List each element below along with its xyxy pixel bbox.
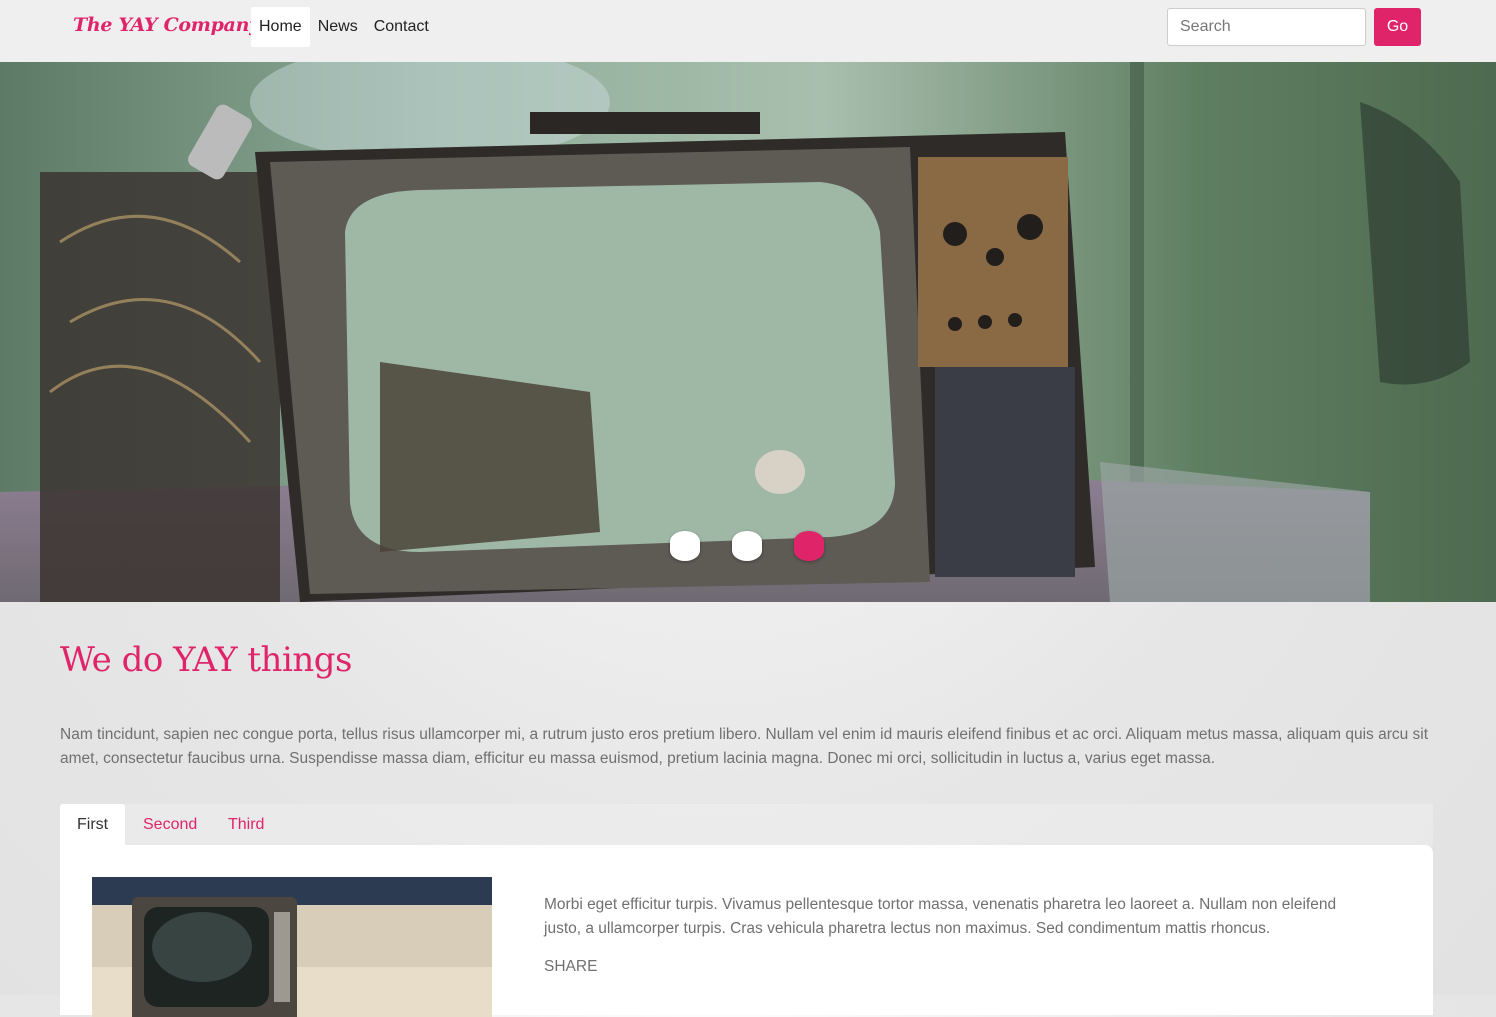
tab-first[interactable]: First	[60, 804, 126, 846]
carousel-dot-1[interactable]	[670, 531, 700, 561]
navbar: The YAY Company Home News Contact Go	[0, 0, 1496, 62]
tab-panel: Morbi eget efficitur turpis. Vivamus pel…	[60, 845, 1433, 1017]
go-button[interactable]: Go	[1374, 8, 1421, 46]
nav-link-home[interactable]: Home	[251, 7, 310, 47]
search-input[interactable]	[1167, 8, 1366, 46]
hero-image	[0, 62, 1496, 602]
tv-thumbnail-image	[92, 877, 492, 1017]
tab-second[interactable]: Second	[126, 804, 214, 846]
nav-link-contact[interactable]: Contact	[366, 7, 437, 47]
nav-links: Home News Contact	[251, 7, 437, 47]
panel-paragraph: Morbi eget efficitur turpis. Vivamus pel…	[544, 896, 1337, 937]
brand-logo[interactable]: The YAY Company	[73, 14, 260, 36]
tab-third[interactable]: Third	[211, 804, 281, 846]
share-link[interactable]: SHARE	[544, 958, 597, 976]
nav-link-news[interactable]: News	[310, 7, 366, 47]
carousel-dot-2[interactable]	[732, 531, 762, 561]
intro-paragraph: Nam tincidunt, sapien nec congue porta, …	[60, 726, 1429, 767]
carousel-indicators	[670, 531, 824, 561]
carousel-dot-3[interactable]	[794, 531, 824, 561]
tab-bar: First Second Third	[60, 803, 1433, 846]
hero-carousel	[0, 62, 1496, 602]
page-title: We do YAY things	[60, 640, 352, 680]
